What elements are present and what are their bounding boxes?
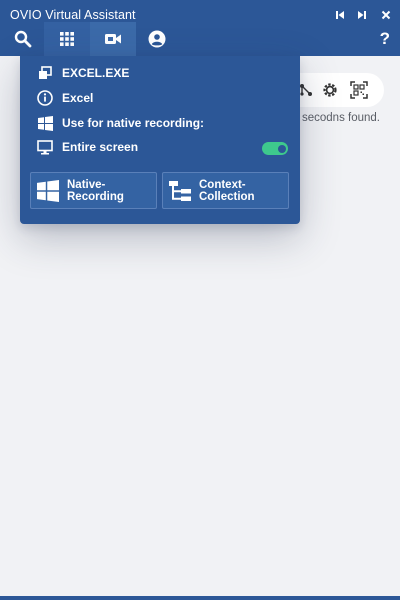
skip-next-icon[interactable]: [356, 9, 368, 21]
tab-account[interactable]: [134, 22, 180, 56]
context-collection-button-label: Context- Collection: [199, 179, 255, 203]
native-recording-line2: Recording: [67, 190, 124, 203]
close-icon[interactable]: [380, 9, 392, 21]
context-collection-button[interactable]: Context- Collection: [162, 172, 289, 209]
scan-status-text: secodns found.: [301, 112, 380, 124]
target-row: Entire screen: [20, 136, 300, 158]
tab-recording[interactable]: [90, 22, 136, 56]
native-recording-label: Use for native recording:: [62, 116, 205, 130]
native-recording-line1: Native-: [67, 178, 106, 191]
toggle-knob: [278, 144, 286, 153]
tab-search[interactable]: [0, 22, 46, 56]
qr-code-icon[interactable]: [349, 80, 369, 100]
window-restore-icon: [35, 63, 55, 83]
native-recording-row: Use for native recording:: [20, 112, 300, 134]
process-row: EXCEL.EXE: [20, 62, 300, 84]
recording-dropdown: EXCEL.EXE Excel Use for native recording…: [20, 56, 300, 224]
context-collection-line1: Context-: [199, 178, 246, 191]
context-collection-line2: Collection: [199, 190, 255, 203]
search-icon: [14, 30, 32, 48]
tab-apps[interactable]: [44, 22, 90, 56]
skip-previous-icon[interactable]: [334, 9, 346, 21]
gear-icon[interactable]: [320, 80, 340, 100]
window-title: OVIO Virtual Assistant: [10, 8, 136, 22]
entire-screen-toggle[interactable]: [262, 142, 288, 155]
user-account-icon: [148, 30, 166, 48]
windows-logo-icon: [35, 113, 55, 133]
target-label: Entire screen: [62, 140, 139, 154]
apps-grid-icon: [60, 32, 74, 46]
tree-structure-icon: [168, 179, 192, 203]
native-recording-button[interactable]: Native- Recording: [30, 172, 157, 209]
app-row: Excel: [20, 87, 300, 109]
monitor-icon: [35, 137, 55, 157]
process-name: EXCEL.EXE: [62, 66, 130, 80]
info-icon: [35, 88, 55, 108]
app-name: Excel: [62, 91, 94, 105]
help-button[interactable]: ?: [380, 29, 390, 49]
native-recording-button-label: Native- Recording: [67, 179, 124, 203]
bottom-border: [0, 596, 400, 600]
app-header: OVIO Virtual Assistant ?: [0, 0, 400, 56]
video-camera-icon: [105, 34, 121, 44]
windows-logo-icon: [36, 179, 60, 203]
